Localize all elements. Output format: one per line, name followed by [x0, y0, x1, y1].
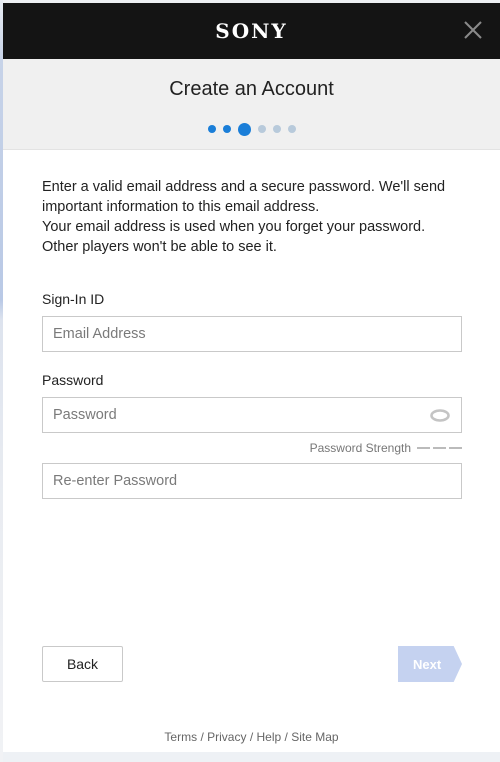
step-dot-5 — [272, 125, 281, 133]
password-field-wrapper — [42, 397, 462, 433]
header-bar: SONY — [3, 3, 500, 59]
terms-link[interactable]: Terms — [164, 730, 197, 744]
intro-line-1: Enter a valid email address and a secure… — [42, 179, 446, 215]
close-button[interactable] — [462, 19, 484, 41]
show-password-toggle[interactable] — [430, 409, 450, 422]
reenter-password-field-wrapper — [42, 463, 462, 499]
footer-separator: / — [284, 730, 288, 744]
strength-bar-3 — [449, 447, 462, 449]
eye-icon — [430, 409, 450, 422]
email-field-wrapper — [42, 316, 462, 352]
footer-links: Terms / Privacy / Help / Site Map — [3, 730, 500, 744]
password-strength-label: Password Strength — [309, 441, 411, 455]
email-input[interactable] — [53, 326, 451, 342]
privacy-link[interactable]: Privacy — [207, 730, 246, 744]
password-input[interactable] — [53, 407, 451, 423]
sony-logo: SONY — [215, 19, 288, 43]
reenter-password-input[interactable] — [53, 473, 451, 489]
create-account-dialog: SONY Create an Account Enter a valid ema… — [3, 3, 500, 752]
step-indicator — [3, 119, 500, 139]
close-icon — [464, 21, 482, 39]
step-dot-3-current — [237, 122, 251, 136]
back-button[interactable]: Back — [42, 646, 123, 682]
step-dot-2 — [222, 125, 231, 133]
password-label: Password — [42, 372, 104, 388]
password-strength: Password Strength — [42, 433, 462, 463]
next-button[interactable]: Next — [398, 646, 462, 682]
page-title: Create an Account — [169, 78, 334, 100]
password-strength-meter — [417, 447, 462, 449]
action-bar: Back Next — [42, 646, 462, 682]
footer-separator: / — [200, 730, 204, 744]
step-dot-4 — [257, 125, 266, 133]
intro-text: Enter a valid email address and a secure… — [42, 177, 462, 257]
intro-line-2: Your email address is used when you forg… — [42, 219, 426, 255]
site-map-link[interactable]: Site Map — [291, 730, 338, 744]
footer-separator: / — [249, 730, 254, 744]
strength-bar-1 — [417, 447, 430, 449]
strength-bar-2 — [433, 447, 446, 449]
signin-id-label: Sign-In ID — [42, 291, 105, 307]
step-dot-6 — [287, 125, 296, 133]
help-link[interactable]: Help — [257, 730, 282, 744]
step-dot-1 — [207, 125, 216, 133]
subheader: Create an Account — [3, 59, 500, 150]
form-content: Enter a valid email address and a secure… — [3, 150, 500, 499]
